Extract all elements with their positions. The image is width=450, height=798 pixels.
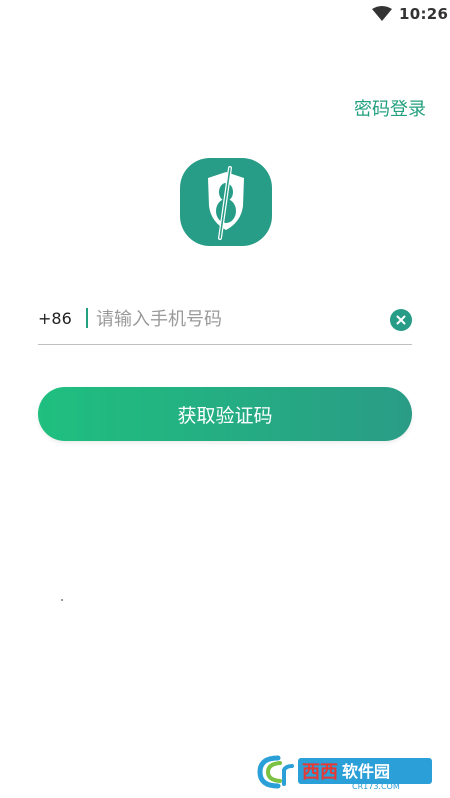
country-code[interactable]: +86 bbox=[38, 309, 72, 328]
get-verification-code-button[interactable]: 获取验证码 bbox=[38, 387, 412, 441]
input-divider bbox=[86, 308, 88, 328]
svg-text:CR173.COM: CR173.COM bbox=[352, 782, 400, 790]
watermark-logo: 西西 软件园 CR173.COM bbox=[256, 752, 436, 791]
phone-input-row: +86 bbox=[38, 300, 412, 345]
password-login-link[interactable]: 密码登录 bbox=[354, 95, 426, 121]
clear-icon[interactable] bbox=[390, 309, 412, 331]
svg-text:西西: 西西 bbox=[302, 762, 338, 783]
phone-number-input[interactable] bbox=[96, 304, 372, 334]
wifi-icon bbox=[372, 6, 392, 22]
status-time: 10:26 bbox=[399, 5, 449, 23]
app-logo bbox=[180, 158, 272, 246]
decorative-dot bbox=[61, 599, 63, 601]
status-bar: 10:26 bbox=[0, 0, 450, 30]
svg-text:软件园: 软件园 bbox=[342, 762, 390, 781]
shield-logo-icon bbox=[208, 166, 244, 240]
